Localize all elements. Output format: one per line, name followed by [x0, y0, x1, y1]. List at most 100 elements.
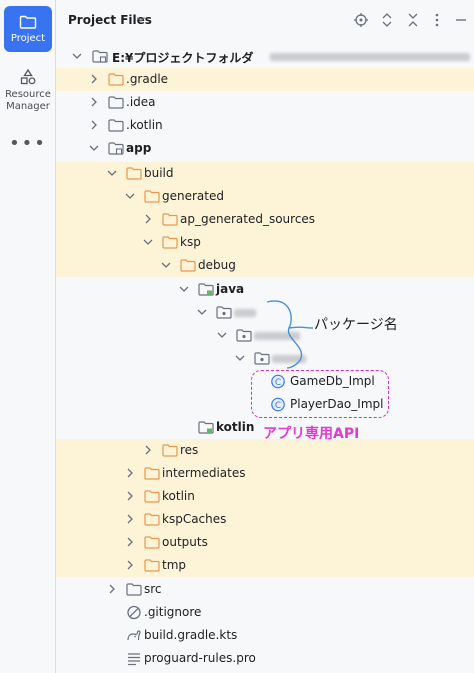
tree-row[interactable]: build	[56, 162, 474, 185]
tree-row[interactable]: kotlin	[56, 485, 474, 508]
chevron-right-icon[interactable]	[124, 467, 136, 479]
tree-row[interactable]: intermediates	[56, 462, 474, 485]
source-folder-icon	[198, 421, 214, 434]
tree-row[interactable]: ap_generated_sources	[56, 208, 474, 231]
folder-icon	[108, 119, 124, 132]
package-icon	[216, 306, 232, 319]
chevron-down-icon[interactable]	[88, 142, 100, 154]
folder-icon	[126, 167, 142, 180]
folder-icon	[144, 190, 160, 203]
tree-row[interactable]: tmp	[56, 554, 474, 577]
tree-item-label: build.gradle.kts	[144, 628, 238, 642]
chevron-right-icon[interactable]	[124, 559, 136, 571]
tree-item-label: .idea	[126, 95, 156, 109]
tree-item-label: .gradle	[126, 72, 169, 86]
chevron-down-icon[interactable]	[178, 283, 190, 295]
text-file-icon	[128, 653, 140, 666]
tree-item-label: kotlin	[162, 489, 195, 503]
chevron-down-icon[interactable]	[142, 236, 154, 248]
chevron-right-icon[interactable]	[142, 444, 154, 456]
resource-manager-icon	[20, 68, 36, 84]
tree-row[interactable]: .kotlin	[56, 114, 474, 137]
chevron-right-icon[interactable]	[106, 583, 118, 595]
tree-item-label: build	[144, 166, 174, 180]
tree-item-label: kotlin	[216, 420, 255, 434]
collapse-all-icon[interactable]	[405, 12, 421, 28]
generated-impl-highlight-box	[251, 370, 389, 418]
redacted-text	[234, 309, 256, 317]
chevron-right-icon[interactable]	[88, 73, 100, 85]
folder-icon	[162, 213, 178, 226]
project-tool-button[interactable]: Project	[4, 6, 52, 52]
folder-icon	[162, 444, 178, 457]
hide-panel-icon[interactable]	[453, 12, 469, 28]
expand-all-icon[interactable]	[379, 12, 395, 28]
tree-row[interactable]: build.gradle.kts	[56, 624, 474, 647]
tree-item-label: .gitignore	[144, 605, 202, 619]
resource-manager-label: Resource Manager	[5, 88, 51, 112]
package-icon	[236, 329, 252, 342]
tree-item-label: ksp	[180, 235, 201, 249]
gradle-file-icon	[127, 630, 141, 641]
tree-row[interactable]: proguard-rules.pro	[56, 647, 474, 670]
tree-item-label: proguard-rules.pro	[144, 651, 256, 665]
chevron-right-icon[interactable]	[142, 213, 154, 225]
chevron-down-icon[interactable]	[216, 329, 228, 341]
chevron-right-icon[interactable]	[88, 119, 100, 131]
chevron-right-icon[interactable]	[124, 513, 136, 525]
locate-icon[interactable]	[353, 12, 369, 28]
resource-manager-tool-button[interactable]: Resource Manager	[4, 62, 52, 118]
folder-icon	[180, 259, 196, 272]
tree-item-label: .kotlin	[126, 118, 163, 132]
chevron-right-icon[interactable]	[124, 490, 136, 502]
tree-item-label: debug	[198, 258, 236, 272]
more-tools-button[interactable]: •••	[4, 133, 52, 154]
tree-item-label: src	[144, 582, 162, 596]
tree-row[interactable]: kspCaches	[56, 508, 474, 531]
chevron-down-icon[interactable]	[71, 50, 83, 62]
project-panel: Project Files E:¥プロジェクトフォルダ .gradle .idea.…	[56, 0, 474, 673]
tree-row[interactable]: ksp	[56, 231, 474, 254]
chevron-down-icon[interactable]	[160, 259, 172, 271]
tree-row[interactable]: E:¥プロジェクトフォルダ	[56, 45, 474, 68]
chevron-down-icon[interactable]	[196, 306, 208, 318]
tree-row[interactable]: .idea	[56, 91, 474, 114]
chevron-down-icon[interactable]	[136, 13, 146, 25]
tree-row[interactable]: outputs	[56, 531, 474, 554]
tree-item-label: intermediates	[162, 466, 246, 480]
tree-row[interactable]: .gradle	[56, 68, 474, 91]
tree-item-label: E:¥プロジェクトフォルダ	[112, 51, 254, 65]
source-folder-icon	[198, 283, 214, 296]
chevron-down-icon[interactable]	[124, 190, 136, 202]
tree-item-label: tmp	[162, 558, 187, 572]
redacted-text	[270, 53, 470, 61]
options-menu-icon[interactable]	[429, 12, 445, 28]
tree-row[interactable]: src	[56, 578, 474, 601]
chevron-down-icon[interactable]	[106, 167, 118, 179]
tree-item-label: outputs	[162, 535, 208, 549]
tree-item-label: app	[126, 141, 152, 155]
tree-row[interactable]: app	[56, 137, 474, 160]
panel-header: Project Files	[56, 0, 474, 40]
gitignore-icon	[127, 605, 141, 620]
folder-icon	[144, 467, 160, 480]
tree-item-label: res	[180, 443, 199, 457]
tree-row[interactable]: generated	[56, 185, 474, 208]
project-tool-label: Project	[10, 32, 46, 44]
tree-item-label: kspCaches	[162, 512, 227, 526]
tree-row[interactable]: .gitignore	[56, 601, 474, 624]
chevron-right-icon[interactable]	[124, 536, 136, 548]
module-folder-icon	[92, 50, 108, 63]
folder-icon	[144, 513, 160, 526]
app-api-annotation: アプリ専用API	[263, 426, 360, 442]
tree-item-label: ap_generated_sources	[180, 212, 316, 226]
package-name-annotation: パッケージ名	[314, 317, 398, 333]
tree-item-label: generated	[162, 189, 224, 203]
chevron-right-icon[interactable]	[88, 96, 100, 108]
package-annotation-bracket	[266, 300, 314, 369]
module-folder-icon	[108, 142, 124, 155]
folder-icon	[144, 490, 160, 503]
chevron-down-icon[interactable]	[234, 352, 246, 364]
folder-icon	[126, 583, 142, 596]
tree-row[interactable]: debug	[56, 254, 474, 277]
